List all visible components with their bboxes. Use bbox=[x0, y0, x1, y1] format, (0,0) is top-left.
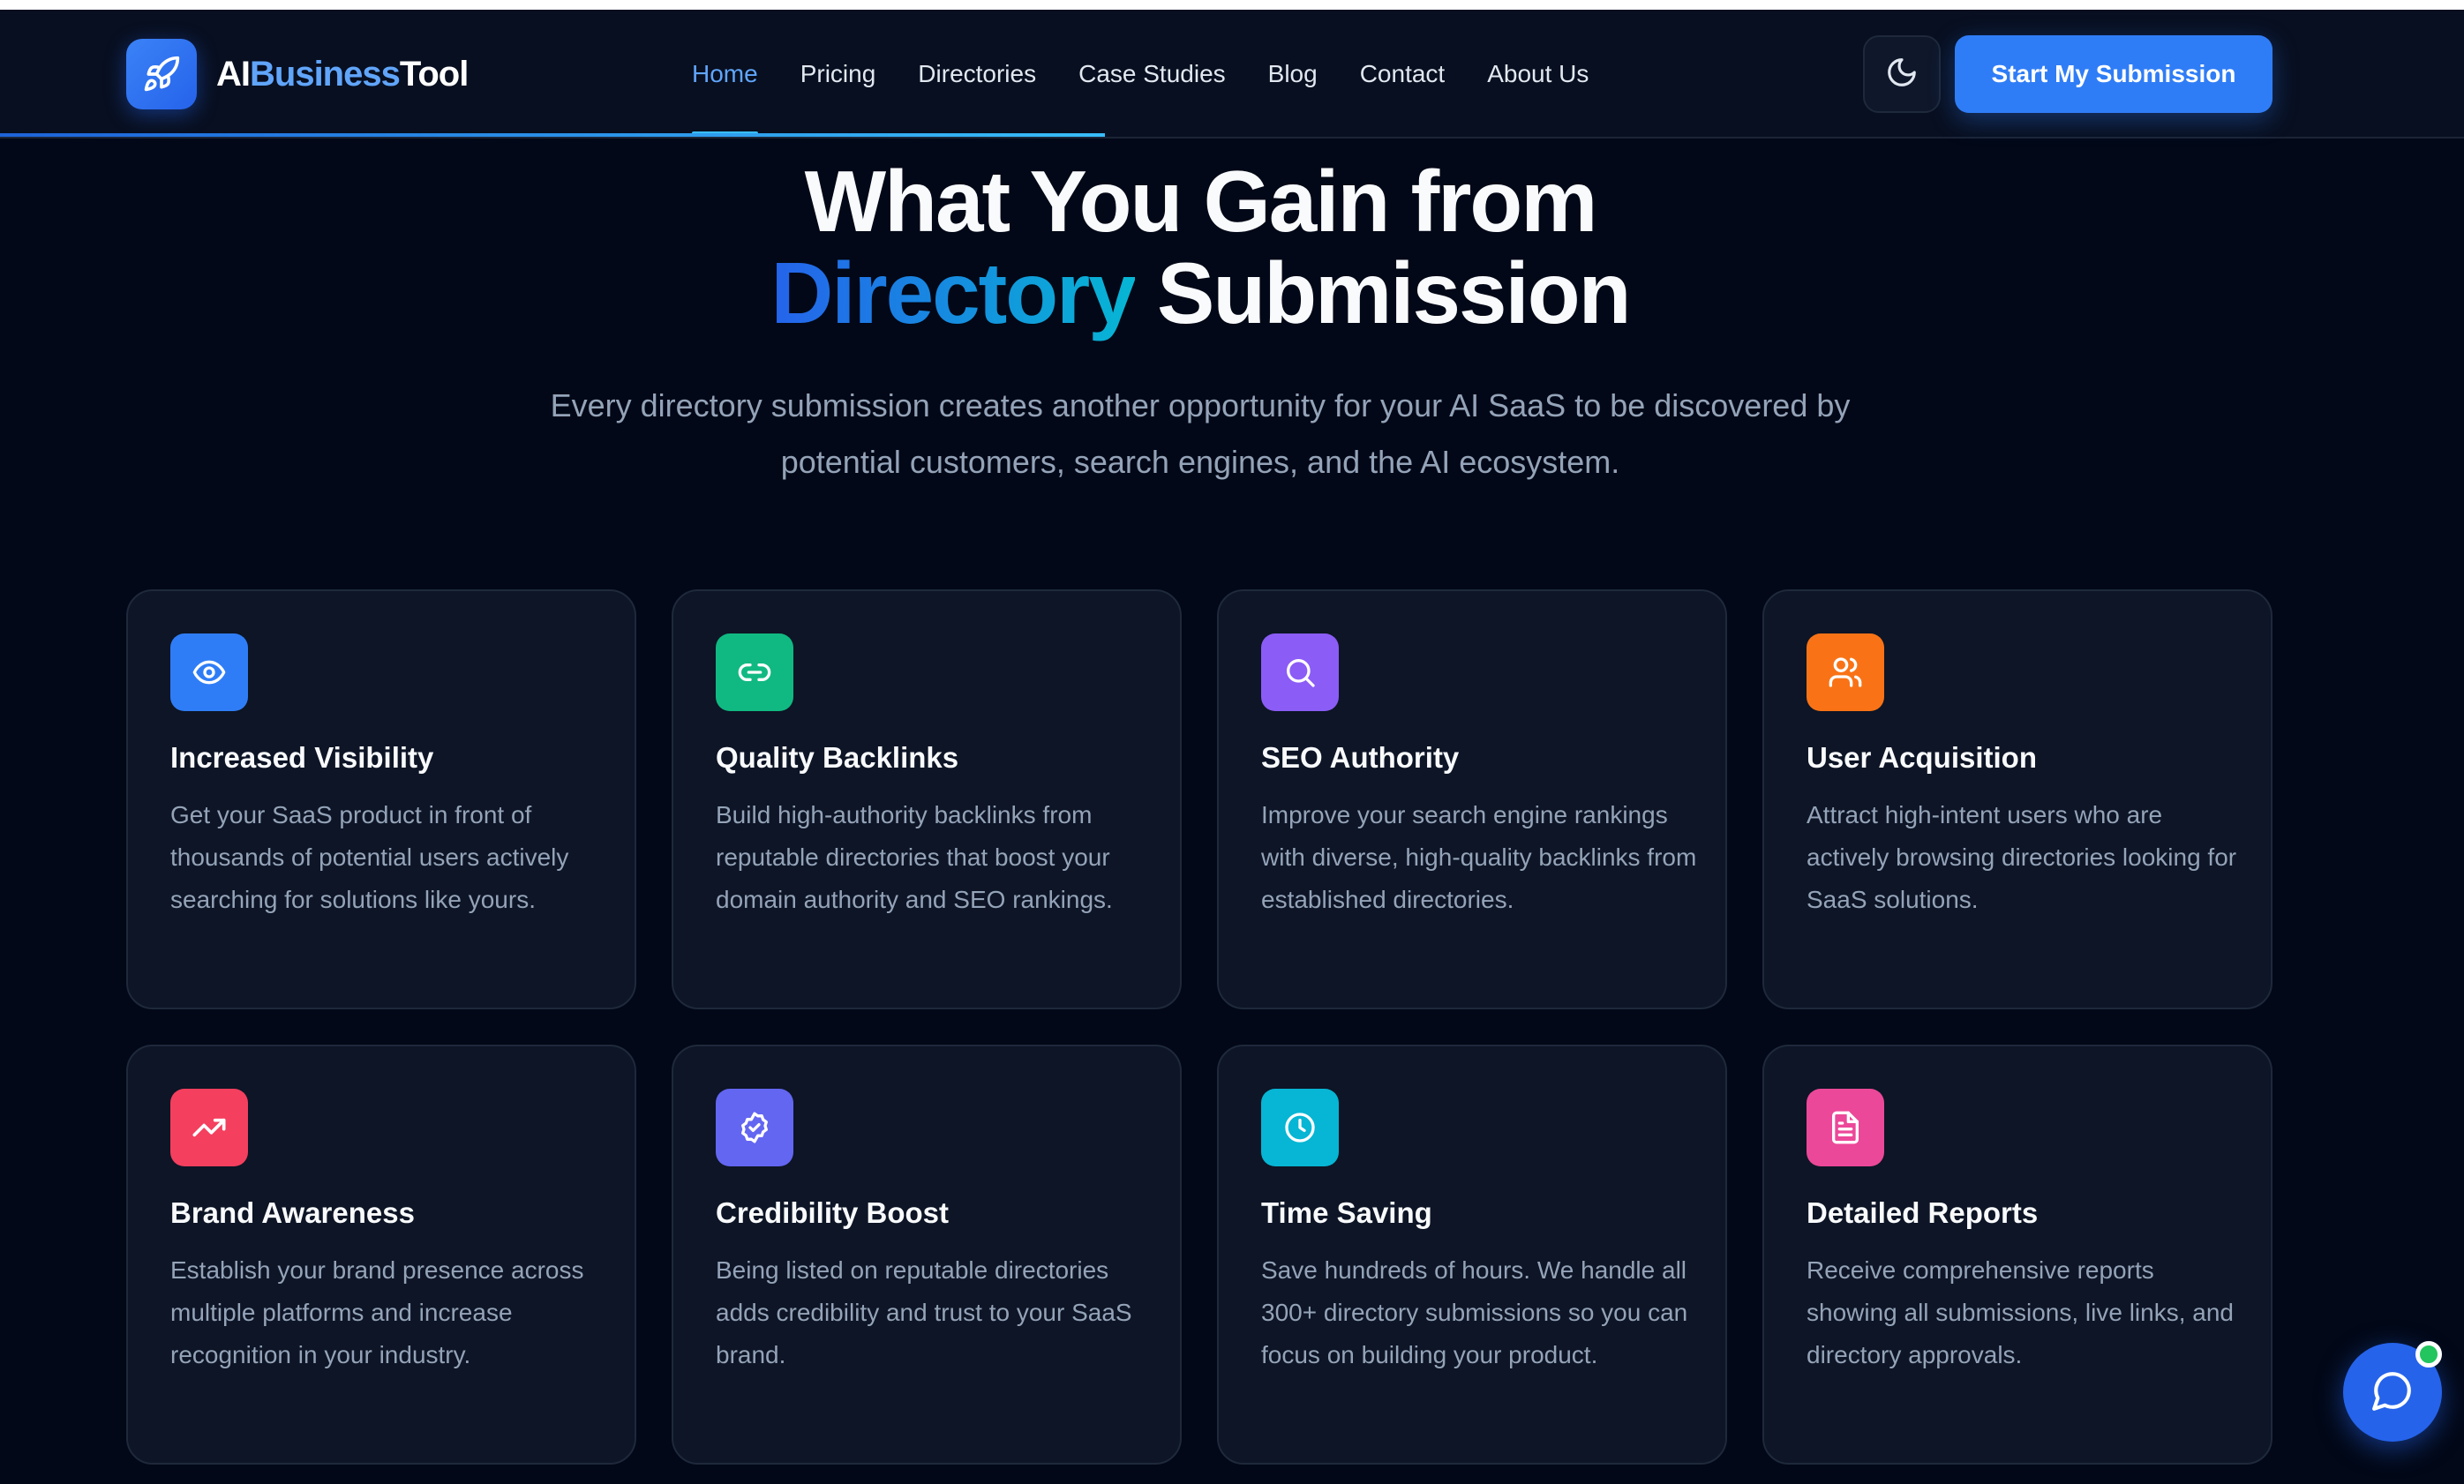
clock-icon bbox=[1261, 1089, 1339, 1166]
feature-card-credibility-boost: Credibility Boost Being listed on reputa… bbox=[672, 1045, 1182, 1465]
start-submission-button[interactable]: Start My Submission bbox=[1955, 35, 2272, 113]
moon-icon bbox=[1885, 56, 1919, 94]
nav-link-directories[interactable]: Directories bbox=[918, 60, 1036, 88]
feature-card-user-acquisition: User Acquisition Attract high-intent use… bbox=[1762, 589, 2272, 1009]
feature-card-time-saving: Time Saving Save hundreds of hours. We h… bbox=[1217, 1045, 1727, 1465]
feature-description: Being listed on reputable directories ad… bbox=[716, 1256, 1132, 1368]
badge-check-icon bbox=[716, 1089, 793, 1166]
rocket-icon bbox=[126, 39, 197, 109]
document-icon bbox=[1807, 1089, 1884, 1166]
title-line-2: Directory Submission bbox=[0, 247, 2400, 339]
nav-link-contact[interactable]: Contact bbox=[1360, 60, 1446, 88]
feature-title: User Acquisition bbox=[1807, 741, 2037, 774]
feature-title: Brand Awareness bbox=[170, 1196, 415, 1229]
feature-description: Establish your brand presence across mul… bbox=[170, 1256, 584, 1368]
main-nav: Home Pricing Directories Case Studies Bl… bbox=[692, 10, 1631, 139]
nav-link-pricing[interactable]: Pricing bbox=[800, 60, 876, 88]
scroll-progress-bar bbox=[0, 133, 1105, 137]
theme-toggle-button[interactable] bbox=[1863, 35, 1941, 113]
feature-card-increased-visibility: Increased Visibility Get your SaaS produ… bbox=[126, 589, 636, 1009]
nav-link-home[interactable]: Home bbox=[692, 60, 758, 135]
feature-card-brand-awareness: Brand Awareness Establish your brand pre… bbox=[126, 1045, 636, 1465]
feature-description: Attract high-intent users who are active… bbox=[1807, 801, 2237, 913]
feature-description: Receive comprehensive reports showing al… bbox=[1807, 1256, 2234, 1368]
feature-card-seo-authority: SEO Authority Improve your search engine… bbox=[1217, 589, 1727, 1009]
page-title: What You Gain from Directory Submission bbox=[0, 155, 2400, 339]
feature-title: Credibility Boost bbox=[716, 1196, 950, 1229]
top-strip bbox=[0, 0, 2464, 10]
feature-title: Quality Backlinks bbox=[716, 741, 959, 774]
eye-icon bbox=[170, 633, 248, 711]
online-status-dot bbox=[2415, 1341, 2442, 1368]
title-accent: Directory bbox=[770, 244, 1137, 341]
link-icon bbox=[716, 633, 793, 711]
feature-description: Get your SaaS product in front of thousa… bbox=[170, 801, 569, 913]
nav-link-case-studies[interactable]: Case Studies bbox=[1078, 60, 1226, 88]
title-rest: Submission bbox=[1134, 244, 1631, 341]
trending-up-icon bbox=[170, 1089, 248, 1166]
nav-link-about-us[interactable]: About Us bbox=[1487, 60, 1589, 88]
feature-description: Save hundreds of hours. We handle all 30… bbox=[1261, 1256, 1688, 1368]
navbar: AIBusinessTool Home Pricing Directories … bbox=[0, 10, 2464, 139]
title-line-1: What You Gain from bbox=[804, 153, 1598, 250]
search-icon bbox=[1261, 633, 1339, 711]
chat-bubble-icon bbox=[2370, 1368, 2415, 1417]
feature-title: SEO Authority bbox=[1261, 741, 1460, 774]
users-icon bbox=[1807, 633, 1884, 711]
nav-link-blog[interactable]: Blog bbox=[1268, 60, 1318, 88]
logo-text: AIBusinessTool bbox=[216, 54, 469, 94]
logo[interactable]: AIBusinessTool bbox=[126, 39, 469, 109]
feature-card-quality-backlinks: Quality Backlinks Build high-authority b… bbox=[672, 589, 1182, 1009]
hero-subtitle: Every directory submission creates anoth… bbox=[550, 387, 1851, 480]
feature-description: Build high-authority backlinks from repu… bbox=[716, 801, 1113, 913]
feature-description: Improve your search engine rankings with… bbox=[1261, 801, 1697, 913]
feature-card-detailed-reports: Detailed Reports Receive comprehensive r… bbox=[1762, 1045, 2272, 1465]
feature-title: Detailed Reports bbox=[1807, 1196, 2039, 1229]
feature-title: Increased Visibility bbox=[170, 741, 434, 774]
feature-title: Time Saving bbox=[1261, 1196, 1432, 1229]
